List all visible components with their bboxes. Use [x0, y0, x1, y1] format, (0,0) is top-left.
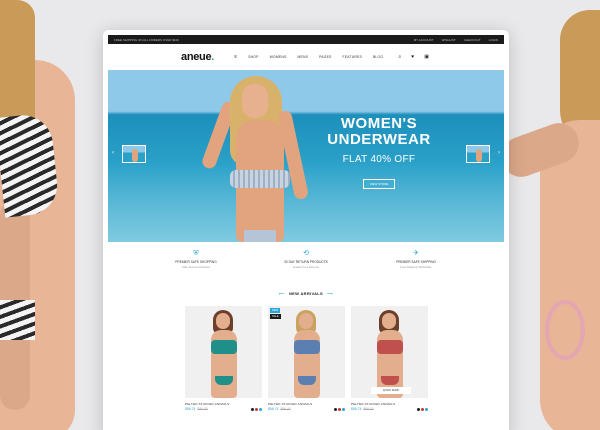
shield-icon: ⛨ [193, 250, 199, 257]
product-old-price: $86.00 [280, 407, 291, 411]
features-row: ⛨ PREMIER SAFE SHOPPING Safe Secure Chec… [108, 250, 504, 269]
hamburger-icon[interactable]: ≡ [234, 54, 237, 60]
product-price: $56.74 [185, 407, 196, 411]
color-swatches[interactable] [334, 407, 345, 411]
website-preview: FREE SHIPPING ON ALL ORDERS OVER $100 MY… [103, 30, 509, 430]
slider-prev-thumbnail[interactable] [122, 145, 146, 163]
product-old-price: $86.00 [363, 407, 374, 411]
topbar-link-account[interactable]: MY ACCOUNT [414, 38, 434, 42]
hero-title: WOMEN'S UNDERWEAR [327, 115, 431, 148]
nav-item-shop[interactable]: SHOP [248, 55, 258, 59]
nav-item-mens[interactable]: MENS [297, 55, 308, 59]
hero-model-image [200, 70, 328, 242]
chevron-right-icon[interactable]: › [498, 150, 500, 156]
product-name[interactable]: PELTED STUFFED ANIMALS [268, 402, 345, 406]
logo[interactable]: aneue. [181, 51, 214, 63]
product-name[interactable]: PELTED STUFFED ANIMALS [185, 402, 262, 406]
sale-badge: SALE [270, 314, 281, 319]
product-card[interactable]: PELTED STUFFED ANIMALS $56.74 $86.00 [185, 306, 262, 411]
nav-item-womens[interactable]: WOMENS [270, 55, 287, 59]
product-price: $56.74 [351, 407, 362, 411]
section-title: ⟵ NEW ARRIVALS ⟶ [278, 291, 334, 296]
left-model-backdrop [0, 0, 110, 430]
product-image[interactable]: NEW SALE [268, 306, 345, 398]
slider-next-thumbnail[interactable] [466, 145, 490, 163]
feature-safe-shopping: ⛨ PREMIER SAFE SHOPPING Safe Secure Chec… [161, 250, 231, 269]
product-grid: PELTED STUFFED ANIMALS $56.74 $86.00 NEW … [185, 306, 428, 411]
product-image[interactable]: QUICK SHOP [351, 306, 428, 398]
deco-right-icon: ⟶ [327, 291, 334, 296]
product-name[interactable]: PELTED STUFFED ANIMALS [351, 402, 428, 406]
product-price: $56.74 [268, 407, 279, 411]
cart-icon[interactable]: ▣ [424, 54, 429, 60]
main-nav: aneue. ≡ SHOP WOMENS MENS PAGES FEATURES… [103, 44, 509, 70]
chevron-left-icon[interactable]: ‹ [112, 150, 114, 156]
heart-icon[interactable]: ♥ [411, 54, 414, 60]
topbar-link-wishlist[interactable]: WISHLIST [442, 38, 456, 42]
new-badge: NEW [270, 308, 281, 313]
return-icon: ⟲ [303, 250, 309, 257]
topbar-link-checkout[interactable]: CHECKOUT [464, 38, 481, 42]
nav-item-pages[interactable]: PAGES [319, 55, 331, 59]
feature-shipping: ✈ PREMIER SAFE SHIPPING Free Shipping Wo… [381, 250, 451, 269]
product-image[interactable] [185, 306, 262, 398]
quick-shop-button[interactable]: QUICK SHOP [371, 387, 411, 394]
feature-return: ⟲ 30 DAY RETURN PRODUCTS Hassle Free Ret… [271, 250, 341, 269]
deco-left-icon: ⟵ [278, 291, 285, 296]
hero-subtitle: FLAT 40% OFF [342, 154, 416, 165]
plane-icon: ✈ [413, 250, 419, 257]
color-swatches[interactable] [417, 407, 428, 411]
nav-item-blog[interactable]: BLOG [373, 55, 383, 59]
product-card[interactable]: QUICK SHOP PELTED STUFFED ANIMALS $56.74… [351, 306, 428, 411]
topbar-promo: FREE SHIPPING ON ALL ORDERS OVER $100 [114, 37, 179, 42]
view-store-button[interactable]: VIEW STORE [362, 179, 396, 189]
product-card[interactable]: NEW SALE PELTED STUFFED ANIMALS $56.74 $8… [268, 306, 345, 411]
product-old-price: $86.00 [197, 407, 208, 411]
nav-item-features[interactable]: FEATURES [343, 55, 362, 59]
top-bar: FREE SHIPPING ON ALL ORDERS OVER $100 MY… [108, 35, 504, 44]
hero-banner: WOMEN'S UNDERWEAR FLAT 40% OFF VIEW STOR… [108, 70, 504, 242]
topbar-link-login[interactable]: LOGIN [489, 38, 498, 42]
search-icon[interactable]: ⌕ [398, 54, 401, 60]
color-swatches[interactable] [251, 407, 262, 411]
